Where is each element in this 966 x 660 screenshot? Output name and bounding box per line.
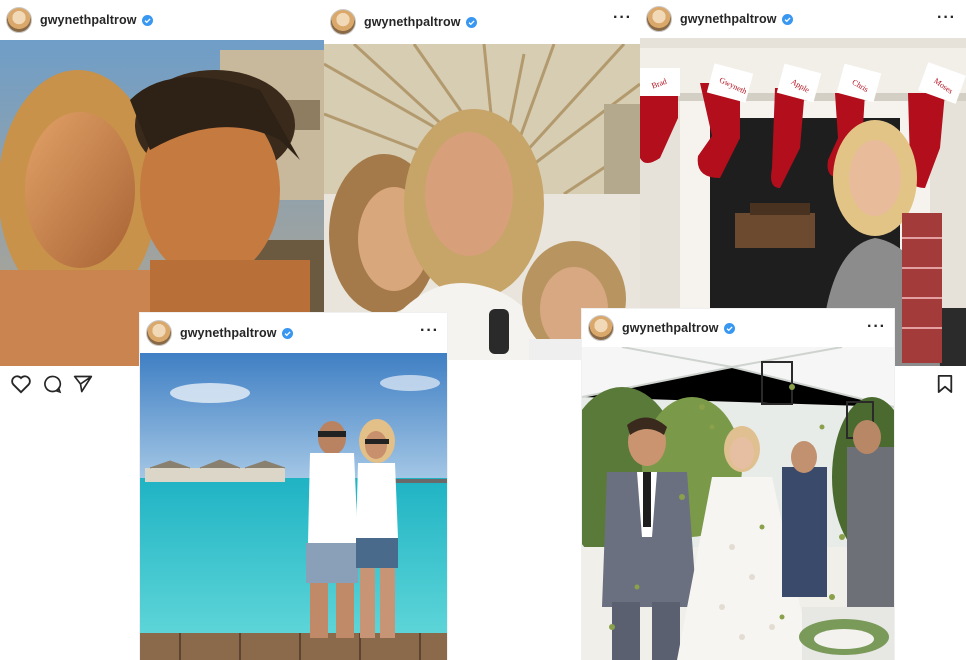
post-photo[interactable] — [582, 347, 894, 660]
avatar[interactable] — [588, 315, 614, 341]
post-header: gwynethpaltrow ··· — [582, 309, 894, 347]
verified-badge-icon — [781, 13, 793, 25]
verified-badge-icon — [281, 327, 293, 339]
more-options-button[interactable]: ··· — [613, 10, 632, 26]
post-header: gwynethpaltrow ··· — [324, 0, 640, 44]
verified-badge-icon — [465, 16, 477, 28]
avatar[interactable] — [646, 6, 672, 32]
more-options-button[interactable]: ··· — [420, 323, 439, 339]
post-header: gwynethpaltrow ··· — [640, 0, 966, 38]
verified-badge-icon — [141, 14, 153, 26]
post-header: gwynethpaltrow — [0, 0, 324, 40]
post-header: gwynethpaltrow ··· — [140, 313, 447, 353]
username[interactable]: gwynethpaltrow — [364, 15, 461, 29]
heart-icon[interactable] — [10, 374, 32, 394]
verified-badge-icon — [723, 322, 735, 334]
avatar[interactable] — [6, 7, 32, 33]
post-family-selfie: gwynethpaltrow ··· — [324, 0, 640, 360]
avatar[interactable] — [146, 320, 172, 346]
username[interactable]: gwynethpaltrow — [40, 13, 137, 27]
username[interactable]: gwynethpaltrow — [180, 326, 277, 340]
avatar[interactable] — [330, 9, 356, 35]
more-options-button[interactable]: ··· — [937, 10, 956, 26]
post-photo[interactable] — [140, 353, 447, 660]
post-maldives-couple: gwynethpaltrow ··· — [140, 313, 447, 660]
username[interactable]: gwynethpaltrow — [622, 321, 719, 335]
username[interactable]: gwynethpaltrow — [680, 12, 777, 26]
comment-icon[interactable] — [42, 374, 62, 394]
more-options-button[interactable]: ··· — [867, 319, 886, 335]
bookmark-icon[interactable] — [936, 374, 954, 394]
post-wedding: gwynethpaltrow ··· — [582, 309, 894, 660]
share-icon[interactable] — [73, 374, 93, 394]
